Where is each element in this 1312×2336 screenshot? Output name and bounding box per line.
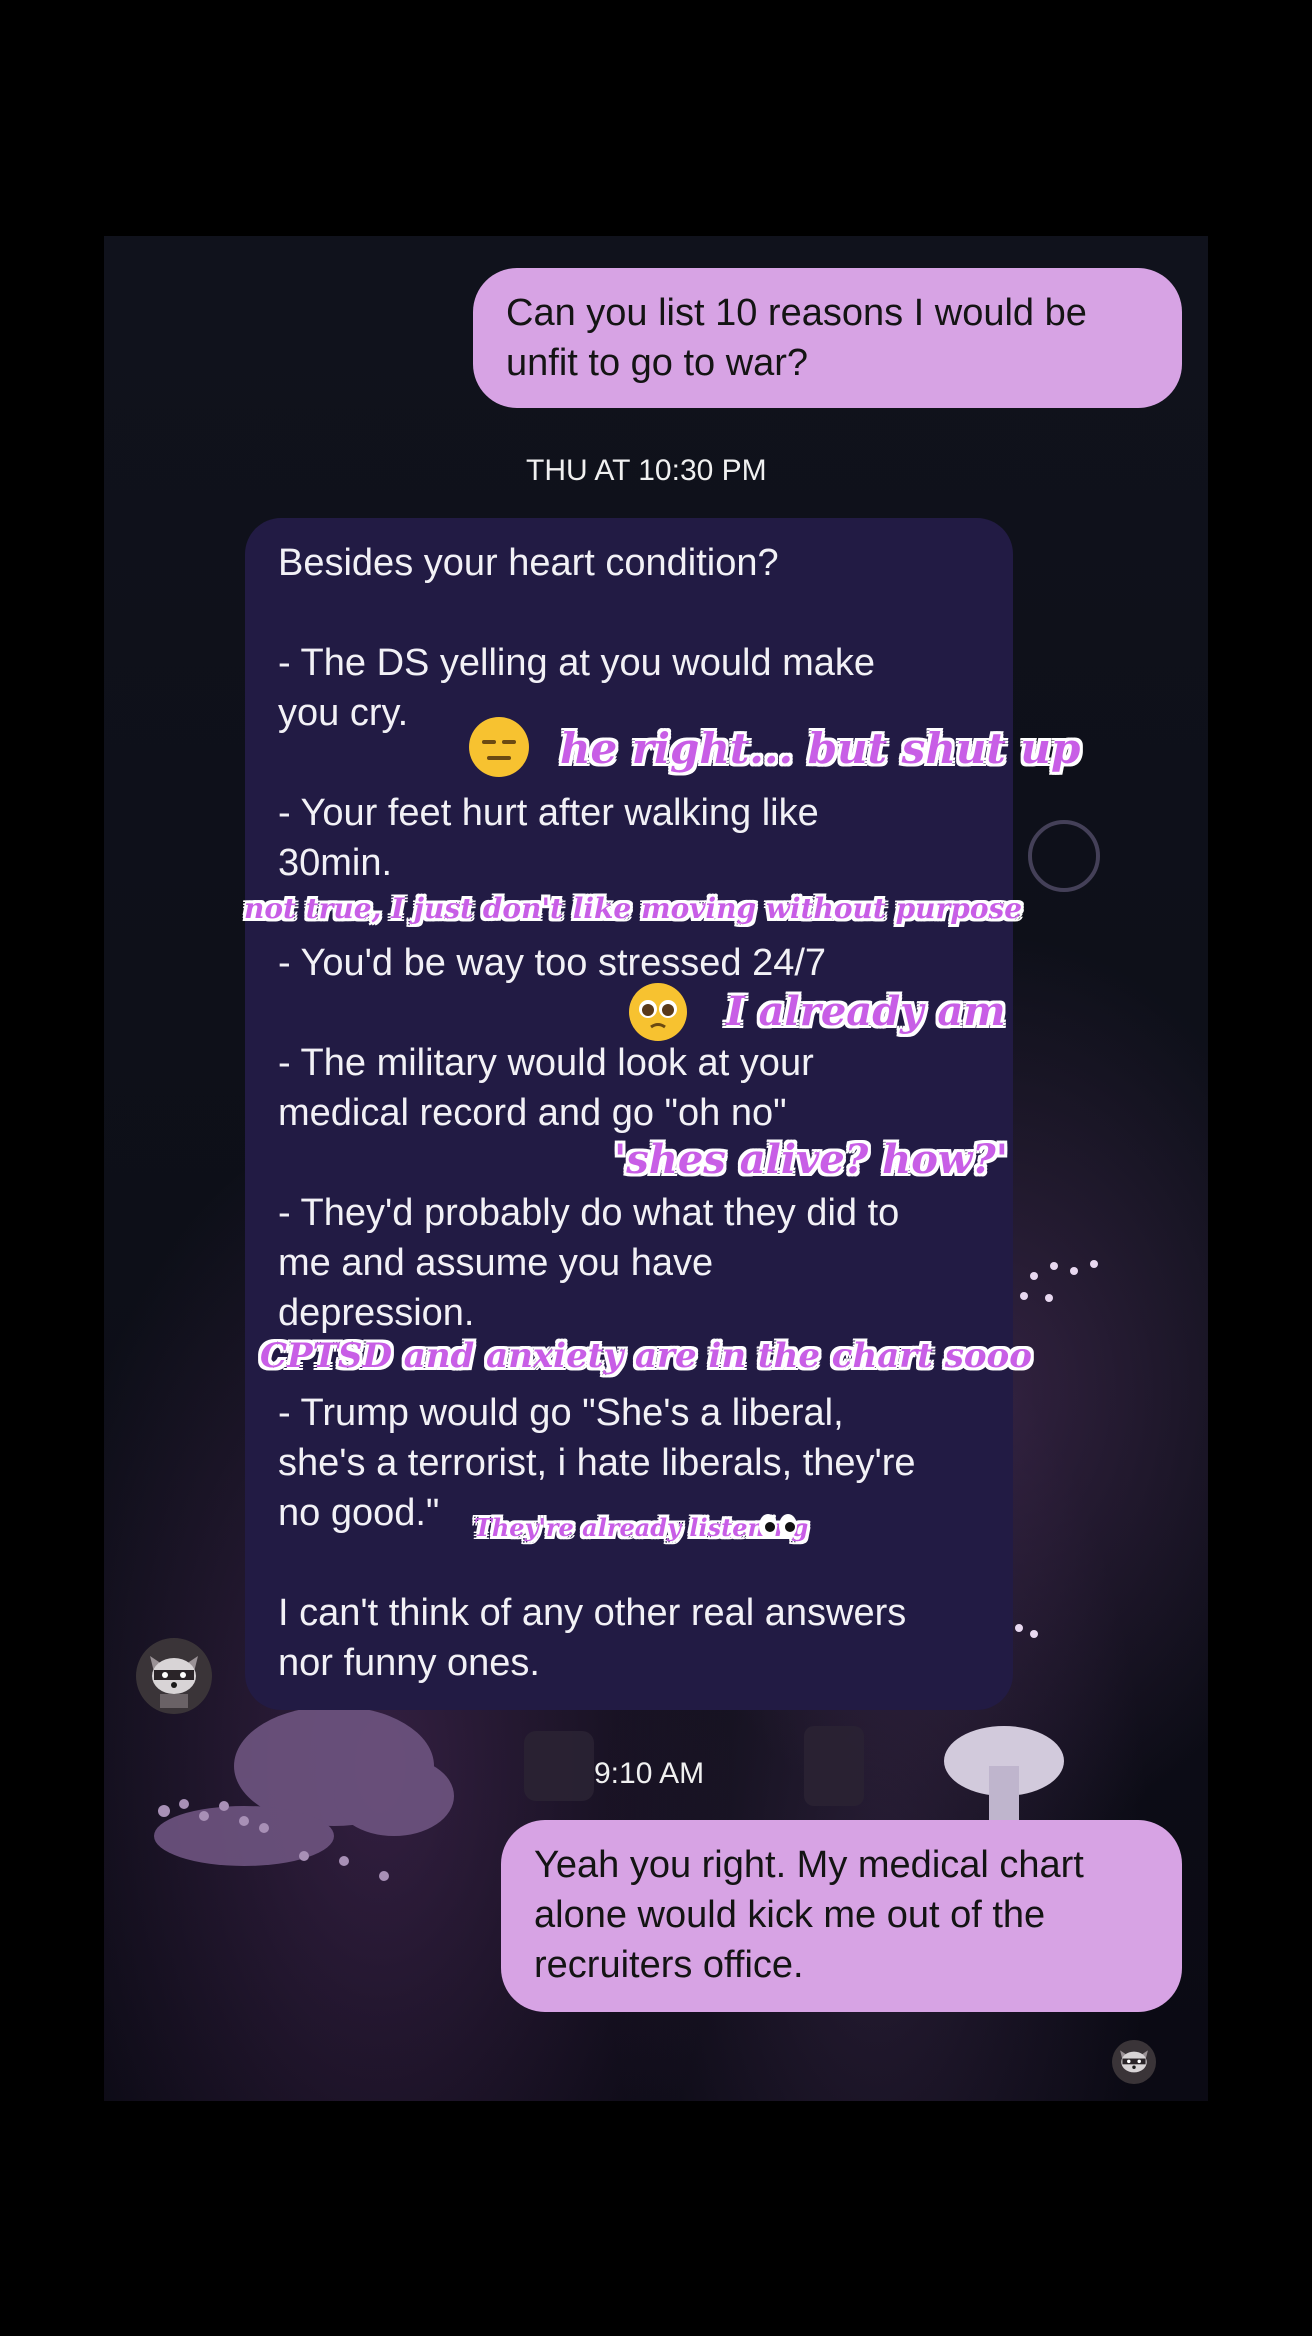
- message-text: she's a terrorist, i hate liberals, they…: [278, 1442, 916, 1484]
- sent-message-bubble-1[interactable]: Can you list 10 reasons I would be unfit…: [473, 268, 1182, 408]
- raccoon-read-receipt: [1112, 2040, 1156, 2084]
- annotation-text: 'shes alive? how?': [614, 1136, 1008, 1183]
- raccoon-icon: [136, 1638, 212, 1714]
- message-text: depression.: [278, 1292, 475, 1334]
- timestamp: 9:10 AM: [594, 1757, 705, 1790]
- expressionless-face-emoji: [468, 716, 530, 778]
- raccoon-avatar[interactable]: [136, 1638, 212, 1714]
- message-text: me and assume you have: [278, 1242, 714, 1284]
- message-text: Besides your heart condition?: [278, 542, 779, 584]
- annotation-text: CPTSD and anxiety are in the chart sooo: [260, 1336, 1032, 1376]
- annotation-text: not true, I just don't like moving witho…: [244, 892, 1023, 925]
- annotation-text: I already am: [726, 988, 1006, 1035]
- message-text: recruiters office.: [534, 1944, 804, 1986]
- message-text: 30min.: [278, 842, 393, 884]
- message-text: unfit to go to war?: [506, 342, 809, 384]
- message-text: - They'd probably do what they did to: [278, 1192, 900, 1234]
- annotation-text: he right... but shut up: [560, 724, 1081, 773]
- chat-screen: Can you list 10 reasons I would be unfit…: [104, 236, 1208, 2101]
- sent-message-bubble-2[interactable]: Yeah you right. My medical chart alone w…: [501, 1820, 1182, 2012]
- message-text: - Trump would go "She's a liberal,: [278, 1392, 844, 1434]
- message-text: I can't think of any other real answers: [278, 1592, 907, 1634]
- message-text: no good.": [278, 1492, 440, 1534]
- eyes-emoji: [758, 1513, 798, 1539]
- message-text: medical record and go "oh no": [278, 1092, 787, 1134]
- raccoon-icon: [1112, 2040, 1156, 2084]
- message-text: Yeah you right. My medical chart: [534, 1844, 1084, 1886]
- timestamp: THU AT 10:30 PM: [526, 454, 767, 487]
- pleading-face-emoji: [628, 982, 688, 1042]
- message-text: you cry.: [278, 692, 409, 734]
- message-text: - Your feet hurt after walking like: [278, 792, 819, 834]
- message-text: - The military would look at your: [278, 1042, 814, 1084]
- message-text: Can you list 10 reasons I would be: [506, 292, 1087, 334]
- message-text: - The DS yelling at you would make: [278, 642, 876, 684]
- message-text: alone would kick me out of the: [534, 1894, 1046, 1936]
- message-text: nor funny ones.: [278, 1642, 540, 1684]
- message-text: - You'd be way too stressed 24/7: [278, 942, 827, 984]
